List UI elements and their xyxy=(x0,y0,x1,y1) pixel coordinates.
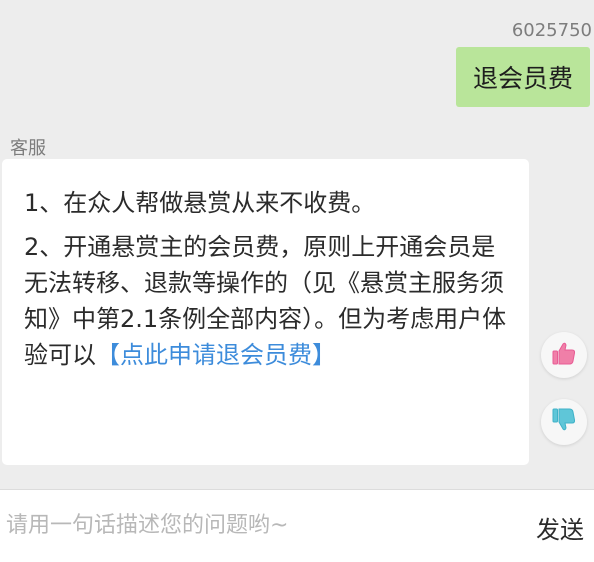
agent-paragraph-1: 1、在众人帮做悬赏从来不收费。 xyxy=(24,189,376,217)
user-message-text: 退会员费 xyxy=(472,64,573,93)
input-bar: 发送 xyxy=(0,489,594,562)
message-input[interactable] xyxy=(4,504,508,546)
user-message-bubble: 退会员费 xyxy=(456,47,590,107)
chat-area: 6025750 退会员费 客服 1、在众人帮做悬赏从来不收费。 2、开通悬赏主的… xyxy=(0,0,594,486)
thumbs-up-button[interactable] xyxy=(541,332,587,378)
agent-message-bubble: 1、在众人帮做悬赏从来不收费。 2、开通悬赏主的会员费，原则上开通会员是无法转移… xyxy=(2,159,529,465)
thumbs-down-icon xyxy=(550,406,578,438)
user-id: 6025750 xyxy=(511,20,592,41)
send-button[interactable]: 发送 xyxy=(536,510,584,545)
agent-label: 客服 xyxy=(10,138,46,159)
thumbs-down-button[interactable] xyxy=(541,399,587,445)
agent-paragraph-2: 2、开通悬赏主的会员费，原则上开通会员是无法转移、退款等操作的（见《悬赏主服务须… xyxy=(24,229,515,373)
refund-request-link[interactable]: 【点此申请退会员费】 xyxy=(96,341,336,369)
thumbs-up-icon xyxy=(550,339,578,371)
